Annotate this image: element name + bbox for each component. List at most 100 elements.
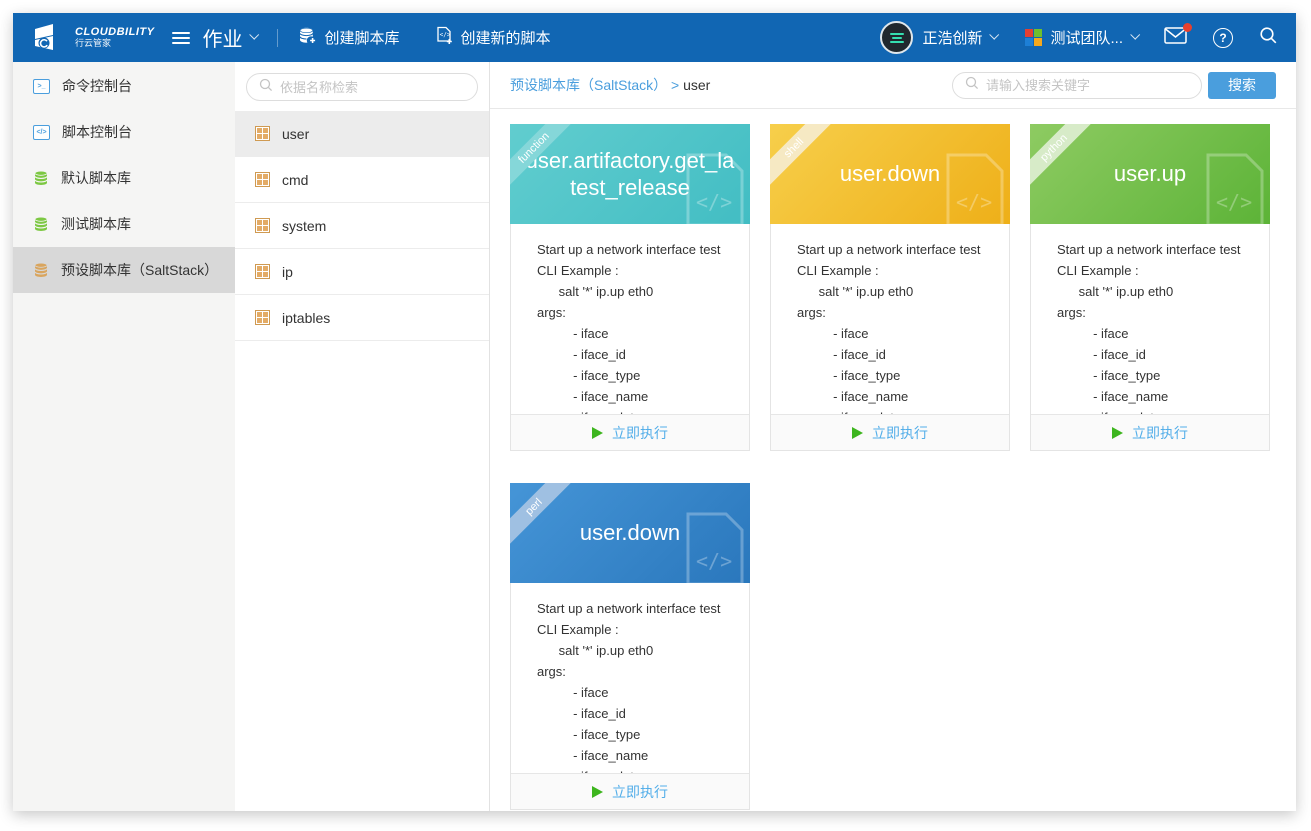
run-now-button[interactable]: 立即执行 — [511, 773, 749, 809]
script-card-user-down-perl: perl user.down </> Start up a network in… — [510, 483, 750, 810]
keyword-search[interactable] — [952, 72, 1202, 99]
menu-hamburger-icon[interactable] — [172, 32, 190, 44]
play-icon — [852, 427, 863, 439]
database-icon — [33, 262, 49, 278]
user-name: 正浩创新 — [922, 27, 982, 48]
svg-text:</>: </> — [696, 549, 732, 573]
grid-icon — [255, 218, 270, 233]
code-icon: </> — [33, 125, 50, 140]
script-item-iptables[interactable]: iptables — [235, 295, 489, 341]
app-window: CLOUDBILITY 行云管家 作业 创建脚本库 — [13, 13, 1296, 811]
team-grid-icon — [1025, 29, 1042, 46]
run-label: 立即执行 — [612, 423, 668, 443]
sidebar-item-preset-library-saltstack[interactable]: 预设脚本库（SaltStack） — [13, 247, 235, 293]
script-item-label: cmd — [282, 172, 308, 188]
script-description: Start up a network interface test CLI Ex… — [511, 583, 749, 773]
file-plus-icon: </> — [435, 26, 453, 49]
run-now-button[interactable]: 立即执行 — [771, 414, 1009, 450]
breadcrumb-current: user — [683, 77, 710, 93]
sidebar-item-label: 命令控制台 — [62, 76, 132, 96]
create-library-button[interactable]: 创建脚本库 — [298, 26, 399, 49]
script-item-ip[interactable]: ip — [235, 249, 489, 295]
svg-text:</>: </> — [440, 32, 451, 39]
script-item-label: system — [282, 218, 326, 234]
breadcrumb: 预设脚本库（SaltStack） > user — [510, 75, 710, 95]
script-title: user.down — [566, 519, 694, 547]
sidebar-item-script-console[interactable]: </> 脚本控制台 — [13, 109, 235, 155]
sidebar-item-default-library[interactable]: 默认脚本库 — [13, 155, 235, 201]
card-header: function user.artifactory.get_latest_rel… — [510, 124, 750, 224]
create-library-label: 创建脚本库 — [324, 27, 399, 48]
script-cards-grid: function user.artifactory.get_latest_rel… — [490, 109, 1296, 811]
card-header: perl user.down </> — [510, 483, 750, 583]
breadcrumb-library-link[interactable]: 预设脚本库（SaltStack） — [510, 77, 667, 93]
chevron-down-icon — [1130, 30, 1140, 40]
team-menu[interactable]: 测试团队... — [1025, 27, 1138, 48]
main-panel: 预设脚本库（SaltStack） > user 搜索 — [490, 62, 1296, 811]
script-list-search[interactable] — [246, 73, 478, 101]
keyword-search-input[interactable] — [986, 78, 1189, 93]
script-description: Start up a network interface test CLI Ex… — [511, 224, 749, 414]
grid-icon — [255, 126, 270, 141]
sidebar-item-label: 测试脚本库 — [61, 214, 131, 234]
sidebar-item-label: 预设脚本库（SaltStack） — [61, 260, 218, 280]
grid-icon — [255, 172, 270, 187]
brand-logo[interactable]: CLOUDBILITY 行云管家 — [33, 23, 154, 53]
script-card-user-up-python: python user.up </> Start up a network in… — [1030, 124, 1270, 451]
script-description: Start up a network interface test CLI Ex… — [1031, 224, 1269, 414]
sidebar-item-command-console[interactable]: >_ 命令控制台 — [13, 63, 235, 109]
search-icon — [965, 76, 979, 95]
chevron-down-icon — [990, 30, 1000, 40]
sidebar-item-test-library[interactable]: 测试脚本库 — [13, 201, 235, 247]
run-label: 立即执行 — [1132, 423, 1188, 443]
cloudbility-logo-icon — [33, 23, 69, 53]
breadcrumb-separator: > — [671, 77, 679, 93]
run-now-button[interactable]: 立即执行 — [1031, 414, 1269, 450]
script-card-user-down-shell: shell user.down </> Start up a network i… — [770, 124, 1010, 451]
card-header: python user.up </> — [1030, 124, 1270, 224]
play-icon — [592, 786, 603, 798]
search-icon — [1259, 26, 1278, 50]
grid-icon — [255, 310, 270, 325]
play-icon — [592, 427, 603, 439]
run-now-button[interactable]: 立即执行 — [511, 414, 749, 450]
sidebar-item-label: 脚本控制台 — [62, 122, 132, 142]
card-header: shell user.down </> — [770, 124, 1010, 224]
run-label: 立即执行 — [612, 782, 668, 802]
script-item-cmd[interactable]: cmd — [235, 157, 489, 203]
create-script-button[interactable]: </> 创建新的脚本 — [435, 26, 550, 49]
script-item-label: ip — [282, 264, 293, 280]
help-icon: ? — [1213, 28, 1233, 48]
search-button[interactable]: 搜索 — [1208, 72, 1276, 99]
top-navbar: CLOUDBILITY 行云管家 作业 创建脚本库 — [13, 13, 1296, 62]
help-button[interactable]: ? — [1213, 28, 1233, 48]
svg-text:</>: </> — [956, 190, 992, 214]
user-menu[interactable]: 正浩创新 — [922, 27, 997, 48]
script-item-user[interactable]: user — [235, 111, 489, 157]
script-item-label: user — [282, 126, 309, 142]
sidebar-item-label: 默认脚本库 — [61, 168, 131, 188]
create-script-label: 创建新的脚本 — [460, 27, 550, 48]
script-list-search-input[interactable] — [280, 80, 465, 95]
global-search-button[interactable] — [1259, 26, 1278, 50]
messages-button[interactable] — [1164, 27, 1187, 49]
script-file-icon: </> — [1204, 151, 1266, 224]
script-title: user.down — [826, 160, 954, 188]
script-description: Start up a network interface test CLI Ex… — [771, 224, 1009, 414]
chevron-down-icon — [250, 30, 260, 40]
module-switcher[interactable]: 作业 — [202, 23, 257, 52]
brand-name: CLOUDBILITY — [75, 27, 154, 39]
script-item-system[interactable]: system — [235, 203, 489, 249]
script-card-user-artifactory-get-latest-release: function user.artifactory.get_latest_rel… — [510, 124, 750, 451]
grid-icon — [255, 264, 270, 279]
run-label: 立即执行 — [872, 423, 928, 443]
notification-badge — [1183, 23, 1192, 32]
terminal-icon: >_ — [33, 79, 50, 94]
svg-text:</>: </> — [1216, 190, 1252, 214]
sidebar: >_ 命令控制台 </> 脚本控制台 默认脚本库 测试脚本库 — [13, 62, 235, 811]
search-icon — [259, 78, 273, 97]
database-icon — [33, 216, 49, 232]
script-title: user.up — [1100, 160, 1200, 188]
script-list-panel: user cmd system ip iptables — [235, 62, 490, 811]
user-avatar[interactable] — [880, 21, 913, 54]
